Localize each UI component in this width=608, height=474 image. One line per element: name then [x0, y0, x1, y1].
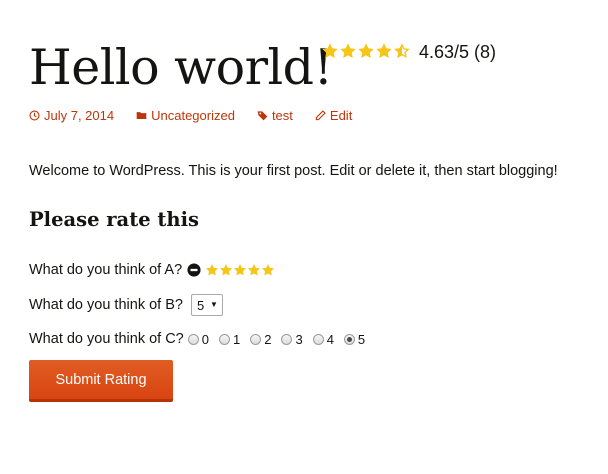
- question-a-stars: [201, 263, 275, 277]
- question-b-label: What do you think of B?: [29, 297, 183, 313]
- radio-label: 0: [201, 331, 209, 347]
- average-rating-text: 4.63/5 (8): [419, 41, 497, 62]
- chevron-down-icon: ▼: [210, 300, 218, 309]
- question-a: What do you think of A?: [29, 259, 275, 281]
- tag-label: test: [271, 108, 293, 123]
- category-link[interactable]: Uncategorized: [136, 108, 235, 123]
- post-date-link[interactable]: July 7, 2014: [29, 108, 114, 123]
- pencil-icon: [315, 110, 326, 121]
- question-c: What do you think of C? 0 1 2 3 4 5: [29, 328, 375, 350]
- average-rating: 4.63/5 (8): [321, 40, 496, 64]
- star-icon: [322, 43, 338, 59]
- radio-label: 3: [295, 331, 303, 347]
- radio-button-checked[interactable]: [343, 333, 355, 345]
- folder-icon: [136, 112, 147, 119]
- question-a-label: What do you think of A?: [29, 262, 183, 278]
- radio-label: 2: [264, 331, 272, 347]
- star-icon: [340, 43, 356, 59]
- question-c-radio-group: 0 1 2 3 4 5: [187, 331, 375, 347]
- star-icon[interactable]: [219, 263, 233, 277]
- clock-icon: [29, 110, 40, 121]
- radio-button[interactable]: [281, 333, 293, 345]
- radio-option-2[interactable]: 2: [250, 332, 271, 347]
- submit-rating-button[interactable]: Submit Rating: [29, 360, 173, 402]
- category-label: Uncategorized: [151, 108, 235, 123]
- star-icon: [376, 43, 392, 59]
- post-content: Welcome to WordPress. This is your first…: [29, 163, 558, 179]
- star-icon[interactable]: [247, 263, 261, 277]
- question-b: What do you think of B? 5 ▼: [29, 292, 223, 318]
- radio-button[interactable]: [187, 333, 199, 345]
- radio-button[interactable]: [218, 333, 230, 345]
- star-icon[interactable]: [261, 263, 275, 277]
- tag-icon: [257, 111, 268, 121]
- average-rating-stars: [321, 42, 411, 62]
- radio-label: 1: [232, 331, 241, 347]
- edit-label: Edit: [329, 108, 353, 123]
- radio-option-0[interactable]: 0: [187, 331, 209, 347]
- star-icon[interactable]: [233, 263, 247, 277]
- edit-link[interactable]: Edit: [315, 108, 352, 123]
- star-icon: [358, 43, 374, 59]
- question-b-selected-value: 5: [196, 297, 205, 313]
- radio-option-5[interactable]: 5: [343, 331, 366, 347]
- radio-option-1[interactable]: 1: [218, 331, 241, 347]
- question-c-label: What do you think of C?: [29, 331, 184, 347]
- radio-option-3[interactable]: 3: [281, 331, 303, 347]
- no-rating-icon[interactable]: [187, 263, 201, 277]
- radio-button[interactable]: [312, 333, 324, 345]
- star-icon[interactable]: [205, 263, 219, 277]
- post-date: July 7, 2014: [44, 108, 115, 123]
- radio-label: 5: [357, 331, 366, 347]
- entry-meta: July 7, 2014 Uncategorized test Edit: [29, 108, 374, 123]
- radio-button[interactable]: [250, 333, 262, 345]
- question-b-select[interactable]: 5 ▼: [190, 294, 223, 316]
- radio-label: 4: [326, 331, 334, 347]
- post-title: Hello world!: [29, 39, 333, 96]
- star-half-icon: [394, 43, 410, 59]
- radio-option-4[interactable]: 4: [312, 331, 334, 347]
- tag-link[interactable]: test: [257, 108, 293, 123]
- rating-form-heading: Please rate this: [29, 208, 199, 231]
